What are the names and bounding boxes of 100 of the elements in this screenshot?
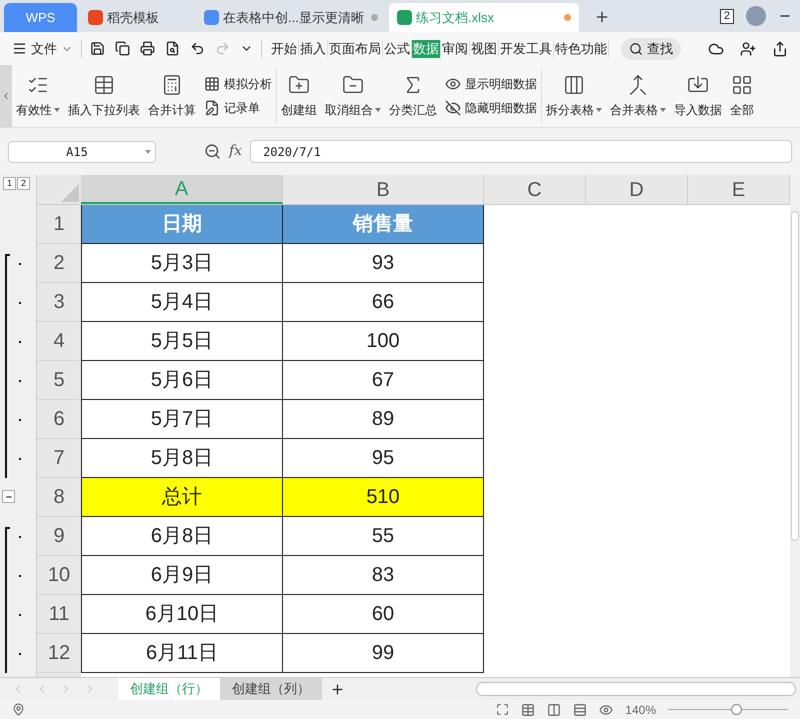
table-cell: 5月4日 [81, 283, 283, 322]
ribbon-button[interactable]: 合并表格 [606, 65, 670, 127]
ribbon-icon [288, 74, 310, 96]
column-header[interactable]: D [586, 175, 688, 204]
table-cell: 销售量 [283, 205, 484, 244]
ribbon-icon [445, 76, 461, 92]
table-cell: 5月3日 [81, 244, 283, 283]
ribbon-tab[interactable]: 特色功能 [554, 40, 609, 58]
ribbon-icon [627, 74, 649, 96]
ribbon-tab[interactable]: 插入 [299, 40, 328, 58]
table-cell: 100 [283, 322, 484, 361]
ribbon-icon [445, 100, 461, 116]
ribbon-icon [204, 100, 220, 116]
table-cell: 6月11日 [81, 634, 283, 673]
file-menu[interactable]: 文件 [31, 38, 73, 58]
search-button[interactable]: 查找 [621, 38, 681, 60]
ribbon-icon [93, 74, 115, 96]
menu-icon[interactable] [12, 41, 27, 56]
copy-icon[interactable] [115, 41, 130, 56]
ribbon-button[interactable]: 合并计算 [144, 65, 200, 127]
tab-label: 练习文档.xlsx [416, 8, 494, 27]
horizontal-scrollbar[interactable] [476, 682, 796, 696]
function-icon[interactable]: fx [229, 141, 242, 162]
table-cell: 67 [283, 361, 484, 400]
formula-field[interactable]: 2020/7/1 [250, 140, 792, 163]
table-cell: 510 [283, 478, 484, 517]
table-cell: 66 [283, 283, 484, 322]
table-cell: 6月10日 [81, 595, 283, 634]
table-cell: 60 [283, 595, 484, 634]
ribbon-button[interactable]: 插入下拉列表 [64, 65, 144, 127]
ribbon-icon [342, 74, 364, 96]
ribbon-icon [563, 74, 585, 96]
eye-protection-icon[interactable] [599, 702, 614, 716]
column-header[interactable]: C [484, 175, 586, 204]
undo-icon[interactable] [190, 41, 205, 56]
share-icon[interactable] [772, 40, 788, 56]
slider-thumb[interactable] [731, 704, 742, 715]
save-icon[interactable] [90, 41, 105, 56]
table-cell: 99 [283, 634, 484, 673]
fullscreen-icon[interactable] [496, 703, 510, 716]
ribbon-tab[interactable]: 视图 [470, 40, 499, 58]
vertical-scrollbar[interactable] [790, 175, 800, 677]
normal-view-icon[interactable] [521, 702, 536, 716]
ribbon-small-button[interactable]: 模拟分析 [204, 75, 272, 93]
ribbon-tab[interactable]: 开发工具 [499, 40, 554, 58]
ribbon-icon [204, 76, 220, 92]
ribbon-button[interactable]: 导入数据 [670, 65, 726, 127]
zoom-reading[interactable]: 140% [625, 700, 656, 718]
tab-label: 在表格中创...显示更清晰 [223, 8, 364, 27]
table-cell: 95 [283, 439, 484, 478]
window-count-badge[interactable]: 2 [720, 8, 734, 24]
zoom-slider[interactable] [668, 704, 788, 716]
ribbon-button[interactable]: 创建组 [277, 65, 321, 127]
tab-label: 稻壳模板 [107, 8, 159, 27]
table-cell: 6月8日 [81, 517, 283, 556]
tab-label: WPS [26, 8, 56, 27]
table-cell: 日期 [81, 205, 283, 244]
ribbon-icon [161, 74, 183, 96]
print-icon[interactable] [140, 41, 155, 56]
search-icon [629, 42, 643, 56]
outline-level-button[interactable]: 1 [3, 177, 16, 190]
table-cell: 89 [283, 400, 484, 439]
page-layout-icon[interactable] [547, 702, 562, 716]
app-icon [397, 10, 412, 25]
collapse-button[interactable] [2, 490, 15, 503]
ribbon-small-button[interactable]: 隐藏明细数据 [445, 99, 537, 117]
table-cell: 5月7日 [81, 400, 283, 439]
table-cell: 55 [283, 517, 484, 556]
table-cell: 5月6日 [81, 361, 283, 400]
table-cell: 5月5日 [81, 322, 283, 361]
ribbon-button[interactable]: 取消组合 [321, 65, 385, 127]
add-sheet-icon[interactable] [330, 682, 345, 696]
page-break-icon[interactable] [573, 702, 588, 716]
table-cell: 83 [283, 556, 484, 595]
ribbon-small-button[interactable]: 记录单 [204, 99, 272, 117]
share-user-icon[interactable] [740, 40, 756, 56]
ribbon-tab[interactable]: 页面布局 [328, 40, 383, 58]
ribbon-button[interactable]: 拆分表格 [542, 65, 606, 127]
table-cell: 5月8日 [81, 439, 283, 478]
column-header[interactable]: B [283, 175, 484, 204]
table-cell: 93 [283, 244, 484, 283]
app-icon [204, 10, 219, 25]
ribbon-button[interactable]: 全部 [726, 65, 758, 127]
app-icon [88, 10, 103, 25]
name-box[interactable]: A15 [8, 140, 156, 162]
ribbon-small-button[interactable]: 显示明细数据 [445, 75, 537, 93]
ribbon-button[interactable]: 有效性 [12, 65, 64, 127]
ribbon-tab[interactable]: 审阅 [441, 40, 470, 58]
zoom-icon[interactable] [204, 143, 221, 160]
ribbon-tab[interactable]: 开始 [270, 40, 299, 58]
ribbon-icon [731, 74, 753, 96]
cloud-icon[interactable] [708, 40, 724, 56]
outline-level-button[interactable]: 2 [17, 177, 30, 190]
print-preview-icon[interactable] [165, 41, 180, 56]
macro-icon[interactable] [12, 703, 25, 716]
sheet-tab[interactable]: 创建组（列） [220, 678, 322, 700]
ribbon-button[interactable]: 分类汇总 [385, 65, 441, 127]
table-cell: 6月9日 [81, 556, 283, 595]
new-tab-icon[interactable] [594, 9, 610, 25]
table-cell: 总计 [81, 478, 283, 517]
